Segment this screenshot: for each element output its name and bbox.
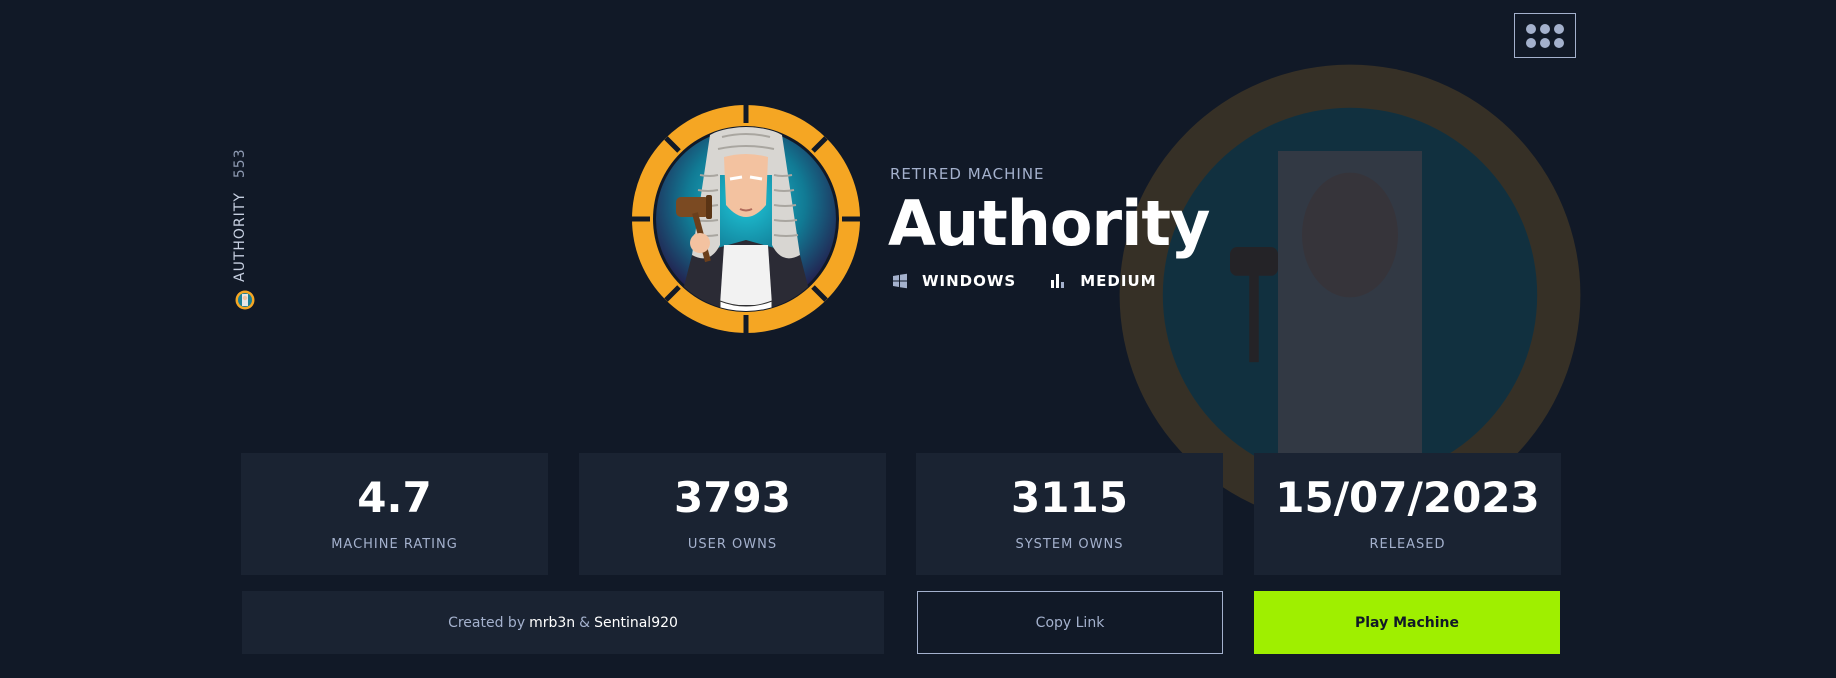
stat-card-system-owns: 3115 SYSTEM OWNS: [916, 453, 1223, 575]
difficulty-tag: MEDIUM: [1050, 272, 1156, 290]
machine-tags: WINDOWS MEDIUM: [892, 272, 1157, 290]
side-machine-name: AUTHORITY: [232, 192, 248, 282]
author-link-1[interactable]: mrb3n: [529, 615, 575, 631]
created-by-prefix: Created by: [448, 614, 526, 631]
grid-menu-icon: [1526, 23, 1564, 48]
side-machine-id: 553: [232, 148, 248, 179]
stat-label: MACHINE RATING: [331, 536, 458, 552]
windows-icon: [893, 273, 907, 289]
stat-card-user-owns: 3793 USER OWNS: [579, 453, 886, 575]
machine-title: Authority: [888, 187, 1210, 260]
created-by-box: Created by mrb3n & Sentinal920: [242, 591, 884, 654]
app-menu-button[interactable]: [1514, 13, 1576, 58]
stat-value: 4.7: [357, 472, 432, 522]
stat-value: 3115: [1011, 472, 1128, 522]
stat-card-rating: 4.7 MACHINE RATING: [241, 453, 548, 575]
os-label: WINDOWS: [922, 272, 1017, 290]
play-machine-button[interactable]: Play Machine: [1254, 591, 1560, 654]
os-tag: WINDOWS: [892, 272, 1016, 290]
stat-card-released: 15/07/2023 RELEASED: [1254, 453, 1561, 575]
machine-avatar: [632, 105, 860, 333]
author-separator: &: [579, 614, 591, 631]
stat-label: SYSTEM OWNS: [1015, 536, 1124, 552]
machine-status-label: RETIRED MACHINE: [890, 165, 1045, 183]
bar-chart-icon: [1051, 274, 1065, 288]
stat-label: RELEASED: [1369, 536, 1446, 552]
mini-avatar-icon: [235, 290, 255, 310]
author-link-2[interactable]: Sentinal920: [594, 615, 678, 631]
difficulty-label: MEDIUM: [1080, 272, 1157, 290]
stat-label: USER OWNS: [687, 536, 778, 552]
copy-link-button[interactable]: Copy Link: [917, 591, 1223, 654]
stat-value: 3793: [674, 472, 791, 522]
stat-value: 15/07/2023: [1275, 472, 1540, 522]
